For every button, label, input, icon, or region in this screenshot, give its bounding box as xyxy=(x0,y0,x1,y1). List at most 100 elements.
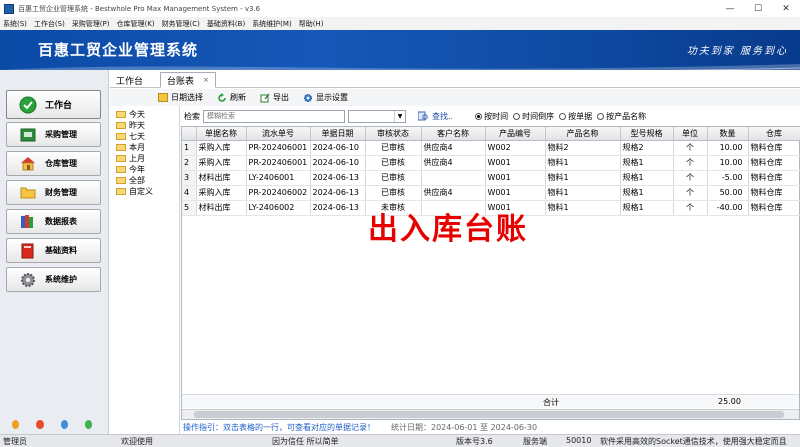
sidebar-item-workbench[interactable]: 工作台 xyxy=(6,90,101,119)
date-select-button[interactable]: 日期选择 xyxy=(158,92,203,103)
close-tab-icon[interactable]: × xyxy=(203,76,209,84)
check-icon xyxy=(19,96,37,113)
status-server-label: 服务端 xyxy=(523,437,547,446)
horizontal-scrollbar[interactable] xyxy=(182,409,799,419)
power-icon[interactable] xyxy=(36,419,44,429)
display-settings-button[interactable]: 显示设置 xyxy=(303,92,348,103)
tree-item-custom[interactable]: 自定义 xyxy=(116,186,179,197)
export-icon xyxy=(260,93,270,103)
table-total-row: 合计 25.00 xyxy=(182,394,799,408)
radio-by-time[interactable]: 按时间 xyxy=(475,111,508,122)
menu-item-maintenance[interactable]: 系统维护(M) xyxy=(252,19,292,29)
app-title: 百惠工贸企业管理系统 xyxy=(38,41,199,59)
slogan: 功夫到家 服务到心 xyxy=(686,46,788,57)
menu-item-warehouse[interactable]: 仓库管理(K) xyxy=(117,19,155,29)
status-user: 管理员 xyxy=(3,437,27,446)
col-header-doc-date[interactable]: 单据日期 xyxy=(310,127,366,141)
find-button[interactable]: 查找.. xyxy=(418,111,453,122)
folder-icon xyxy=(116,144,126,151)
book-icon xyxy=(19,243,37,259)
radio-by-document[interactable]: 按单据 xyxy=(559,111,592,122)
sidebar-item-label: 基础资料 xyxy=(45,246,77,255)
table-row[interactable]: 2 采购入库 PR-202406001 2024-06-10 已审核 供应商4 W001 物… xyxy=(182,155,800,171)
calendar-icon xyxy=(158,93,168,102)
col-header-index[interactable] xyxy=(182,127,197,141)
tree-item-all[interactable]: 全部 xyxy=(116,175,179,186)
sidebar-item-label: 仓库管理 xyxy=(45,159,77,168)
sidebar-item-label: 工作台 xyxy=(45,101,73,111)
menu-bar: 系统(S) 工作台(S) 采购管理(P) 仓库管理(K) 财务管理(C) 基础资… xyxy=(0,17,800,30)
tree-item-seven-days[interactable]: 七天 xyxy=(116,131,179,142)
folder-icon xyxy=(19,185,37,201)
sort-options: 按时间 时间倒序 按单据 按产品名称 xyxy=(475,111,651,122)
sidebar-item-finance[interactable]: 财务管理 xyxy=(6,180,101,205)
chevron-down-icon: ▼ xyxy=(394,110,405,122)
menu-item-purchase[interactable]: 采购管理(P) xyxy=(72,19,110,29)
cart-icon xyxy=(19,127,37,143)
search-input[interactable] xyxy=(203,109,345,123)
tree-item-this-month[interactable]: 本月 xyxy=(116,142,179,153)
col-header-doc-name[interactable]: 单据名称 xyxy=(196,127,247,141)
search-label: 检索 xyxy=(184,111,200,121)
export-button[interactable]: 导出 xyxy=(260,92,289,103)
table-row[interactable]: 1 采购入库 PR-202406001 2024-06-10 已审核 供应商4 W002 物… xyxy=(182,140,800,156)
menu-item-help[interactable]: 帮助(H) xyxy=(299,19,324,29)
tree-item-last-month[interactable]: 上月 xyxy=(116,153,179,164)
status-version: 版本号3.6 xyxy=(456,437,493,446)
operation-hint: 操作指引：双击表格的一行，可查看对应的单据记录！ xyxy=(183,422,375,432)
sidebar-item-warehouse[interactable]: 仓库管理 xyxy=(6,151,101,176)
table-row[interactable]: 3 材料出库 LY-2406001 2024-06-13 已审核 W001 物料1 规格1… xyxy=(182,170,800,186)
col-header-customer[interactable]: 客户名称 xyxy=(421,127,486,141)
minimize-button[interactable]: — xyxy=(716,0,744,17)
col-header-product-name[interactable]: 产品名称 xyxy=(545,127,621,141)
sidebar-item-label: 数据报表 xyxy=(45,217,77,226)
app-icon xyxy=(4,3,14,14)
ledger-table: 单据名称 流水单号 单据日期 审核状态 客户名称 产品编号 产品名称 型号规格 … xyxy=(181,126,800,420)
maximize-button[interactable]: ☐ xyxy=(744,0,772,17)
sidebar-shortcuts xyxy=(0,416,109,432)
col-header-spec[interactable]: 型号规格 xyxy=(620,127,674,141)
stat-date-range: 统计日期：2024-06-01 至 2024-06-30 xyxy=(391,422,538,432)
sidebar-item-basic-data[interactable]: 基础资料 xyxy=(6,238,101,263)
menu-item-system[interactable]: 系统(S) xyxy=(3,19,27,29)
col-header-product-code[interactable]: 产品编号 xyxy=(485,127,546,141)
folder-icon xyxy=(116,188,126,195)
refresh-button[interactable]: 刷新 xyxy=(217,92,246,103)
col-header-quantity[interactable]: 数量 xyxy=(707,127,749,141)
tab-workbench[interactable]: 工作台 xyxy=(110,72,149,88)
toolbar: 日期选择 刷新 导出 显示设置 xyxy=(110,89,800,106)
status-bar: 管理员 欢迎使用 因为信任 所以简单 版本号3.6 服务端 50010 软件采用… xyxy=(0,434,800,447)
sun-icon[interactable] xyxy=(12,419,20,429)
menu-item-workbench[interactable]: 工作台(S) xyxy=(34,19,65,29)
col-header-serial-no[interactable]: 流水单号 xyxy=(246,127,311,141)
gear-icon xyxy=(19,272,37,288)
search-field-select[interactable]: ▼ xyxy=(348,109,406,123)
close-window-button[interactable]: ✕ xyxy=(772,0,800,17)
tab-label: 台账表 xyxy=(167,76,195,87)
col-header-warehouse[interactable]: 仓库 xyxy=(748,127,800,141)
status-port: 50010 xyxy=(566,436,592,445)
sidebar-item-label: 系统维护 xyxy=(45,275,77,284)
info-icon[interactable] xyxy=(84,419,92,429)
tree-item-yesterday[interactable]: 昨天 xyxy=(116,120,179,131)
sidebar-item-reports[interactable]: 数据报表 xyxy=(6,209,101,234)
tab-ledger[interactable]: 台账表 × xyxy=(160,72,216,88)
radio-time-desc[interactable]: 时间倒序 xyxy=(513,111,554,122)
sidebar-item-purchase[interactable]: 采购管理 xyxy=(6,122,101,147)
tab-strip: 工作台 台账表 × xyxy=(110,70,800,88)
radio-by-product-name[interactable]: 按产品名称 xyxy=(597,111,646,122)
table-row[interactable]: 4 采购入库 PR-202406002 2024-06-13 已审核 供应商4 W001 物… xyxy=(182,185,800,201)
col-header-unit[interactable]: 单位 xyxy=(673,127,708,141)
sidebar-item-maintenance[interactable]: 系统维护 xyxy=(6,267,101,292)
refresh-icon xyxy=(217,93,227,102)
total-label: 合计 xyxy=(543,398,559,407)
tree-item-today[interactable]: 今天 xyxy=(116,109,179,120)
scrollbar-thumb[interactable] xyxy=(194,411,784,418)
hint-bar: 操作指引：双击表格的一行，可查看对应的单据记录！ 统计日期：2024-06-01… xyxy=(181,420,800,434)
globe-icon[interactable] xyxy=(60,419,68,429)
table-header: 单据名称 流水单号 单据日期 审核状态 客户名称 产品编号 产品名称 型号规格 … xyxy=(182,127,800,141)
tree-item-this-year[interactable]: 今年 xyxy=(116,164,179,175)
menu-item-basic-data[interactable]: 基础资料(B) xyxy=(207,19,245,29)
col-header-audit-status[interactable]: 审核状态 xyxy=(365,127,422,141)
menu-item-finance[interactable]: 财务管理(C) xyxy=(162,19,200,29)
